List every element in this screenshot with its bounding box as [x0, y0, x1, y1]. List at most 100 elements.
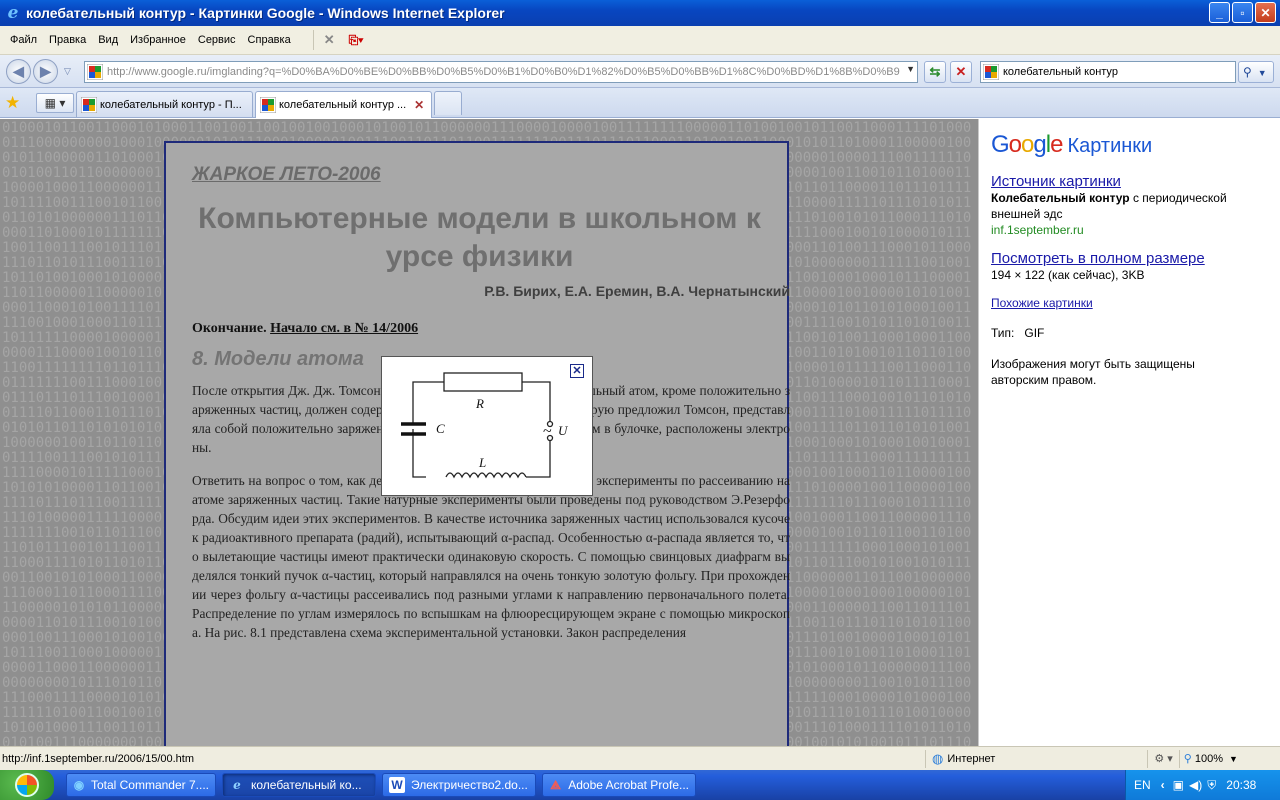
article-title: Компьютерные модели в школьном курсе физ…	[198, 202, 761, 273]
google-favicon-icon	[260, 97, 276, 113]
source-link[interactable]: Источник картинки	[991, 173, 1121, 190]
windows-orb-icon	[15, 773, 39, 797]
menu-edit[interactable]: Правка	[43, 34, 92, 46]
stop-button[interactable]: ✕	[950, 61, 972, 83]
tray-expand-icon[interactable]: ‹	[1161, 778, 1165, 792]
title-bar[interactable]: e колебательный контур - Картинки Google…	[0, 0, 1280, 26]
similar-images-link[interactable]: Похожие картинки	[991, 296, 1093, 310]
search-value: колебательный контур	[1003, 66, 1118, 78]
wire-top-left	[412, 381, 444, 402]
status-bar: http://inf.1september.ru/2006/15/00.htm …	[0, 746, 1280, 770]
tab-2-active[interactable]: колебательный контур ... ✕	[255, 91, 432, 118]
forward-button[interactable]: ▶	[33, 59, 58, 84]
status-zone: Интернет	[947, 752, 996, 765]
search-button[interactable]: ⚲ ▼	[1238, 61, 1274, 83]
security-icon[interactable]: ⛨	[1207, 778, 1216, 793]
protected-mode-icon[interactable]: ⚙ ▾	[1154, 752, 1172, 765]
menu-file[interactable]: Файл	[4, 34, 43, 46]
tab-bar: ★ ▦ ▾ колебательный контур - П... колеба…	[0, 88, 1280, 118]
continuation-note: Окончание. Начало см. в № 14/2006	[192, 321, 787, 336]
menu-favorites[interactable]: Избранное	[124, 34, 192, 46]
total-commander-icon: ◉	[73, 778, 85, 792]
wire-bottom-left	[412, 437, 426, 478]
refresh-button[interactable]: ⇆	[924, 61, 946, 83]
status-url: http://inf.1september.ru/2006/15/00.htm	[2, 752, 195, 765]
wire-bottom-right	[526, 441, 551, 478]
pdf-convert-icon[interactable]: ⎘▾	[349, 33, 364, 48]
language-indicator[interactable]: EN	[1134, 778, 1151, 792]
history-dropdown-icon[interactable]: ▽	[64, 66, 71, 77]
menu-bar: Файл Правка Вид Избранное Сервис Справка…	[0, 26, 1280, 55]
status-separator	[1147, 749, 1149, 768]
inductor-l	[445, 472, 527, 479]
new-tab-button[interactable]	[434, 91, 462, 115]
google-favicon-icon	[87, 64, 103, 80]
source-domain: inf.1september.ru	[991, 223, 1084, 237]
label-u: U	[558, 423, 569, 438]
taskbar: ◉ Total Commander 7.... e колебательный ко…	[0, 770, 1280, 800]
minimize-button[interactable]: _	[1209, 2, 1230, 23]
quick-tabs-icon: ▦ ▾	[44, 96, 66, 110]
taskbar-label: Электричество2.do...	[411, 778, 528, 792]
quick-tabs-button[interactable]: ▦ ▾	[36, 93, 74, 113]
taskbar-label: Total Commander 7....	[90, 778, 209, 792]
label-c: C	[436, 421, 445, 436]
ie-icon: e	[7, 3, 19, 23]
image-info-panel: Google Картинки Источник картинки Колебат…	[978, 119, 1280, 746]
url-field[interactable]: http://www.google.ru/imglanding?q=%D0%BA…	[84, 61, 918, 83]
window-title: колебательный контур - Картинки Google -…	[26, 5, 505, 21]
resistor-r	[443, 372, 523, 392]
label-l: L	[478, 455, 486, 470]
favorites-star-icon[interactable]: ★	[5, 93, 20, 113]
google-favicon-icon	[81, 96, 97, 113]
type-row: Тип: GIF	[991, 325, 1280, 341]
url-dropdown-icon[interactable]: ▼	[906, 64, 915, 74]
taskbar-total-commander[interactable]: ◉ Total Commander 7....	[66, 773, 216, 797]
tab-1-label: колебательный контур - П...	[100, 98, 242, 111]
internet-zone-icon: ◍	[932, 750, 944, 766]
circuit-diagram: R C L U ~	[401, 372, 569, 479]
taskbar-acrobat[interactable]: ⟁ Adobe Acrobat Profe...	[542, 773, 696, 797]
menu-view[interactable]: Вид	[92, 34, 124, 46]
type-label: Тип:	[991, 326, 1015, 340]
label-r: R	[475, 396, 484, 411]
menu-help[interactable]: Справка	[242, 34, 297, 46]
popup-close-icon[interactable]: ✕	[570, 364, 584, 378]
address-bar: ◀ ▶ ▽ http://www.google.ru/imglanding?q=…	[0, 55, 1280, 88]
taskbar-ie-window[interactable]: e колебательный ко...	[222, 773, 376, 797]
search-options-icon[interactable]: ▼	[1258, 68, 1267, 78]
clock[interactable]: 20:38	[1226, 778, 1256, 792]
search-input[interactable]: колебательный контур	[980, 61, 1236, 83]
url-text: http://www.google.ru/imglanding?q=%D0%BA…	[107, 66, 900, 78]
article-kicker[interactable]: ЖАРКОЕ ЛЕТО-2006	[192, 165, 787, 184]
fullsize-link[interactable]: Посмотреть в полном размере	[991, 250, 1205, 267]
taskbar-label: колебательный ко...	[251, 778, 362, 792]
menu-separator	[312, 30, 314, 50]
tab-2-label: колебательный контур ...	[279, 99, 407, 111]
menu-tools[interactable]: Сервис	[192, 34, 242, 46]
taskbar-word-doc[interactable]: W Электричество2.do...	[382, 773, 536, 797]
ie-icon: e	[233, 778, 241, 792]
tab-1[interactable]: колебательный контур - П...	[76, 91, 253, 117]
acrobat-icon: ⟁	[550, 777, 561, 792]
size-info: 194 × 122 (как сейчас), 3KB	[991, 268, 1145, 282]
volume-icon[interactable]: ◀)	[1189, 778, 1202, 792]
continuation-link[interactable]: Начало см. в № 14/2006	[270, 321, 418, 336]
image-preview-popup[interactable]: R C L U ~ ✕	[381, 356, 593, 496]
taskbar-label: Adobe Acrobat Profe...	[568, 778, 689, 792]
wire-top-right	[522, 381, 551, 421]
label-ac-source: ~	[543, 423, 552, 440]
zoom-dropdown-icon[interactable]: ▼	[1229, 754, 1238, 764]
start-button[interactable]	[0, 770, 54, 800]
zoom-level[interactable]: 100%	[1195, 753, 1223, 765]
close-button[interactable]: ✕	[1255, 2, 1276, 23]
back-button[interactable]: ◀	[6, 59, 31, 84]
network-icon[interactable]: ▣	[1173, 778, 1184, 792]
close-toolbar-icon[interactable]: ✕	[324, 32, 335, 48]
system-tray: EN ‹ ▣ ◀) ⛨ 20:38	[1125, 770, 1280, 800]
type-value: GIF	[1024, 326, 1045, 340]
copyright-note: Изображения могут быть защищены авторски…	[991, 357, 1195, 387]
maximize-button[interactable]: ▫	[1232, 2, 1253, 23]
google-logo[interactable]: Google	[991, 131, 1063, 159]
tab-close-icon[interactable]: ✕	[414, 98, 424, 112]
